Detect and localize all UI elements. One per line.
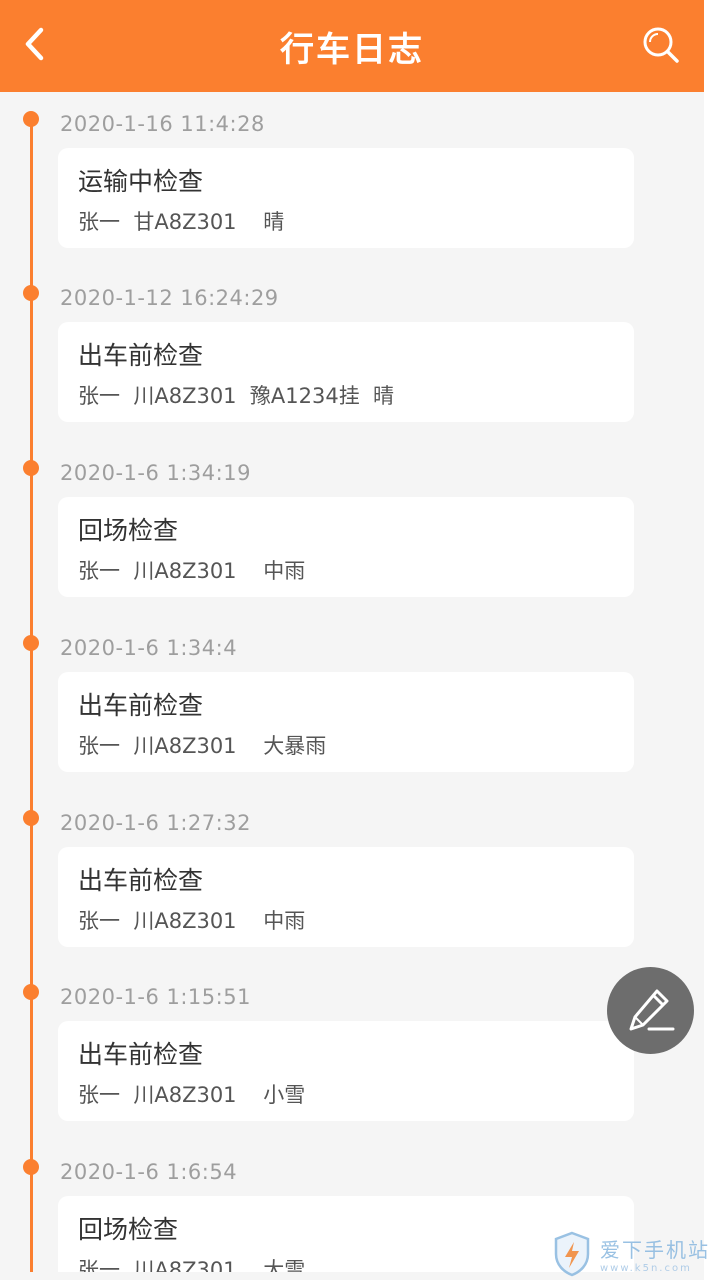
screen-edge <box>704 0 720 1280</box>
timeline-dot <box>23 111 39 127</box>
log-details: 张一 川A8Z301 中雨 <box>78 909 306 933</box>
timeline-dot <box>23 1159 39 1175</box>
back-button[interactable] <box>14 24 54 64</box>
timeline-entry: 2020-1-16 11:4:28 运输中检查 张一 甘A8Z301 晴 <box>0 92 704 266</box>
entry-timestamp: 2020-1-12 16:24:29 <box>60 286 279 310</box>
log-details: 张一 川A8Z301 豫A1234挂 晴 <box>78 384 395 408</box>
log-title: 回场检查 <box>78 1215 179 1244</box>
watermark-name: 爱下手机站 <box>600 1238 710 1262</box>
log-card[interactable]: 出车前检查 张一 川A8Z301 小雪 <box>58 1021 634 1121</box>
log-card[interactable]: 出车前检查 张一 川A8Z301 大暴雨 <box>58 672 634 772</box>
log-card[interactable]: 回场检查 张一 川A8Z301 大雪 <box>58 1196 634 1272</box>
entry-timestamp: 2020-1-6 1:6:54 <box>60 1160 238 1184</box>
log-title: 出车前检查 <box>78 1040 204 1069</box>
new-log-button[interactable] <box>607 967 694 1054</box>
chevron-left-icon <box>25 27 44 61</box>
pencil-edit-icon <box>629 989 674 1030</box>
watermark-url: www.k5n.com <box>600 1263 692 1274</box>
timeline-entry: 2020-1-12 16:24:29 出车前检查 张一 川A8Z301 豫A12… <box>0 266 704 440</box>
timeline-list[interactable]: 2020-1-16 11:4:28 运输中检查 张一 甘A8Z301 晴 202… <box>0 92 704 1272</box>
timeline-entry: 2020-1-6 1:34:4 出车前检查 张一 川A8Z301 大暴雨 <box>0 616 704 790</box>
log-title: 运输中检查 <box>78 167 204 196</box>
timeline-dot <box>23 810 39 826</box>
log-title: 回场检查 <box>78 516 179 545</box>
log-details: 张一 川A8Z301 大雪 <box>78 1258 306 1272</box>
timeline-entry: 2020-1-6 1:34:19 回场检查 张一 川A8Z301 中雨 <box>0 441 704 615</box>
log-card[interactable]: 出车前检查 张一 川A8Z301 豫A1234挂 晴 <box>58 322 634 422</box>
timeline-dot <box>23 984 39 1000</box>
shield-bolt-icon <box>554 1231 590 1277</box>
log-details: 张一 川A8Z301 大暴雨 <box>78 734 327 758</box>
timeline-dot <box>23 460 39 476</box>
timeline-entry: 2020-1-6 1:15:51 出车前检查 张一 川A8Z301 小雪 <box>0 965 704 1139</box>
log-title: 出车前检查 <box>78 341 204 370</box>
timeline-dot <box>23 285 39 301</box>
log-card[interactable]: 运输中检查 张一 甘A8Z301 晴 <box>58 148 634 248</box>
entry-timestamp: 2020-1-16 11:4:28 <box>60 112 265 136</box>
log-card[interactable]: 回场检查 张一 川A8Z301 中雨 <box>58 497 634 597</box>
entry-timestamp: 2020-1-6 1:34:19 <box>60 461 251 485</box>
log-title: 出车前检查 <box>78 691 204 720</box>
log-details: 张一 川A8Z301 小雪 <box>78 1083 306 1107</box>
timeline-dot <box>23 635 39 651</box>
search-icon <box>643 27 679 63</box>
page-title: 行车日志 <box>280 29 424 70</box>
entry-timestamp: 2020-1-6 1:15:51 <box>60 985 251 1009</box>
log-details: 张一 川A8Z301 中雨 <box>78 559 306 583</box>
timeline-entry: 2020-1-6 1:27:32 出车前检查 张一 川A8Z301 中雨 <box>0 791 704 965</box>
entry-timestamp: 2020-1-6 1:34:4 <box>60 636 238 660</box>
log-card[interactable]: 出车前检查 张一 川A8Z301 中雨 <box>58 847 634 947</box>
search-button[interactable] <box>638 22 684 68</box>
watermark: 爱下手机站 www.k5n.com <box>552 1228 710 1280</box>
app-header: 行车日志 <box>0 0 704 92</box>
entry-timestamp: 2020-1-6 1:27:32 <box>60 811 251 835</box>
log-title: 出车前检查 <box>78 866 204 895</box>
log-details: 张一 甘A8Z301 晴 <box>78 210 285 234</box>
